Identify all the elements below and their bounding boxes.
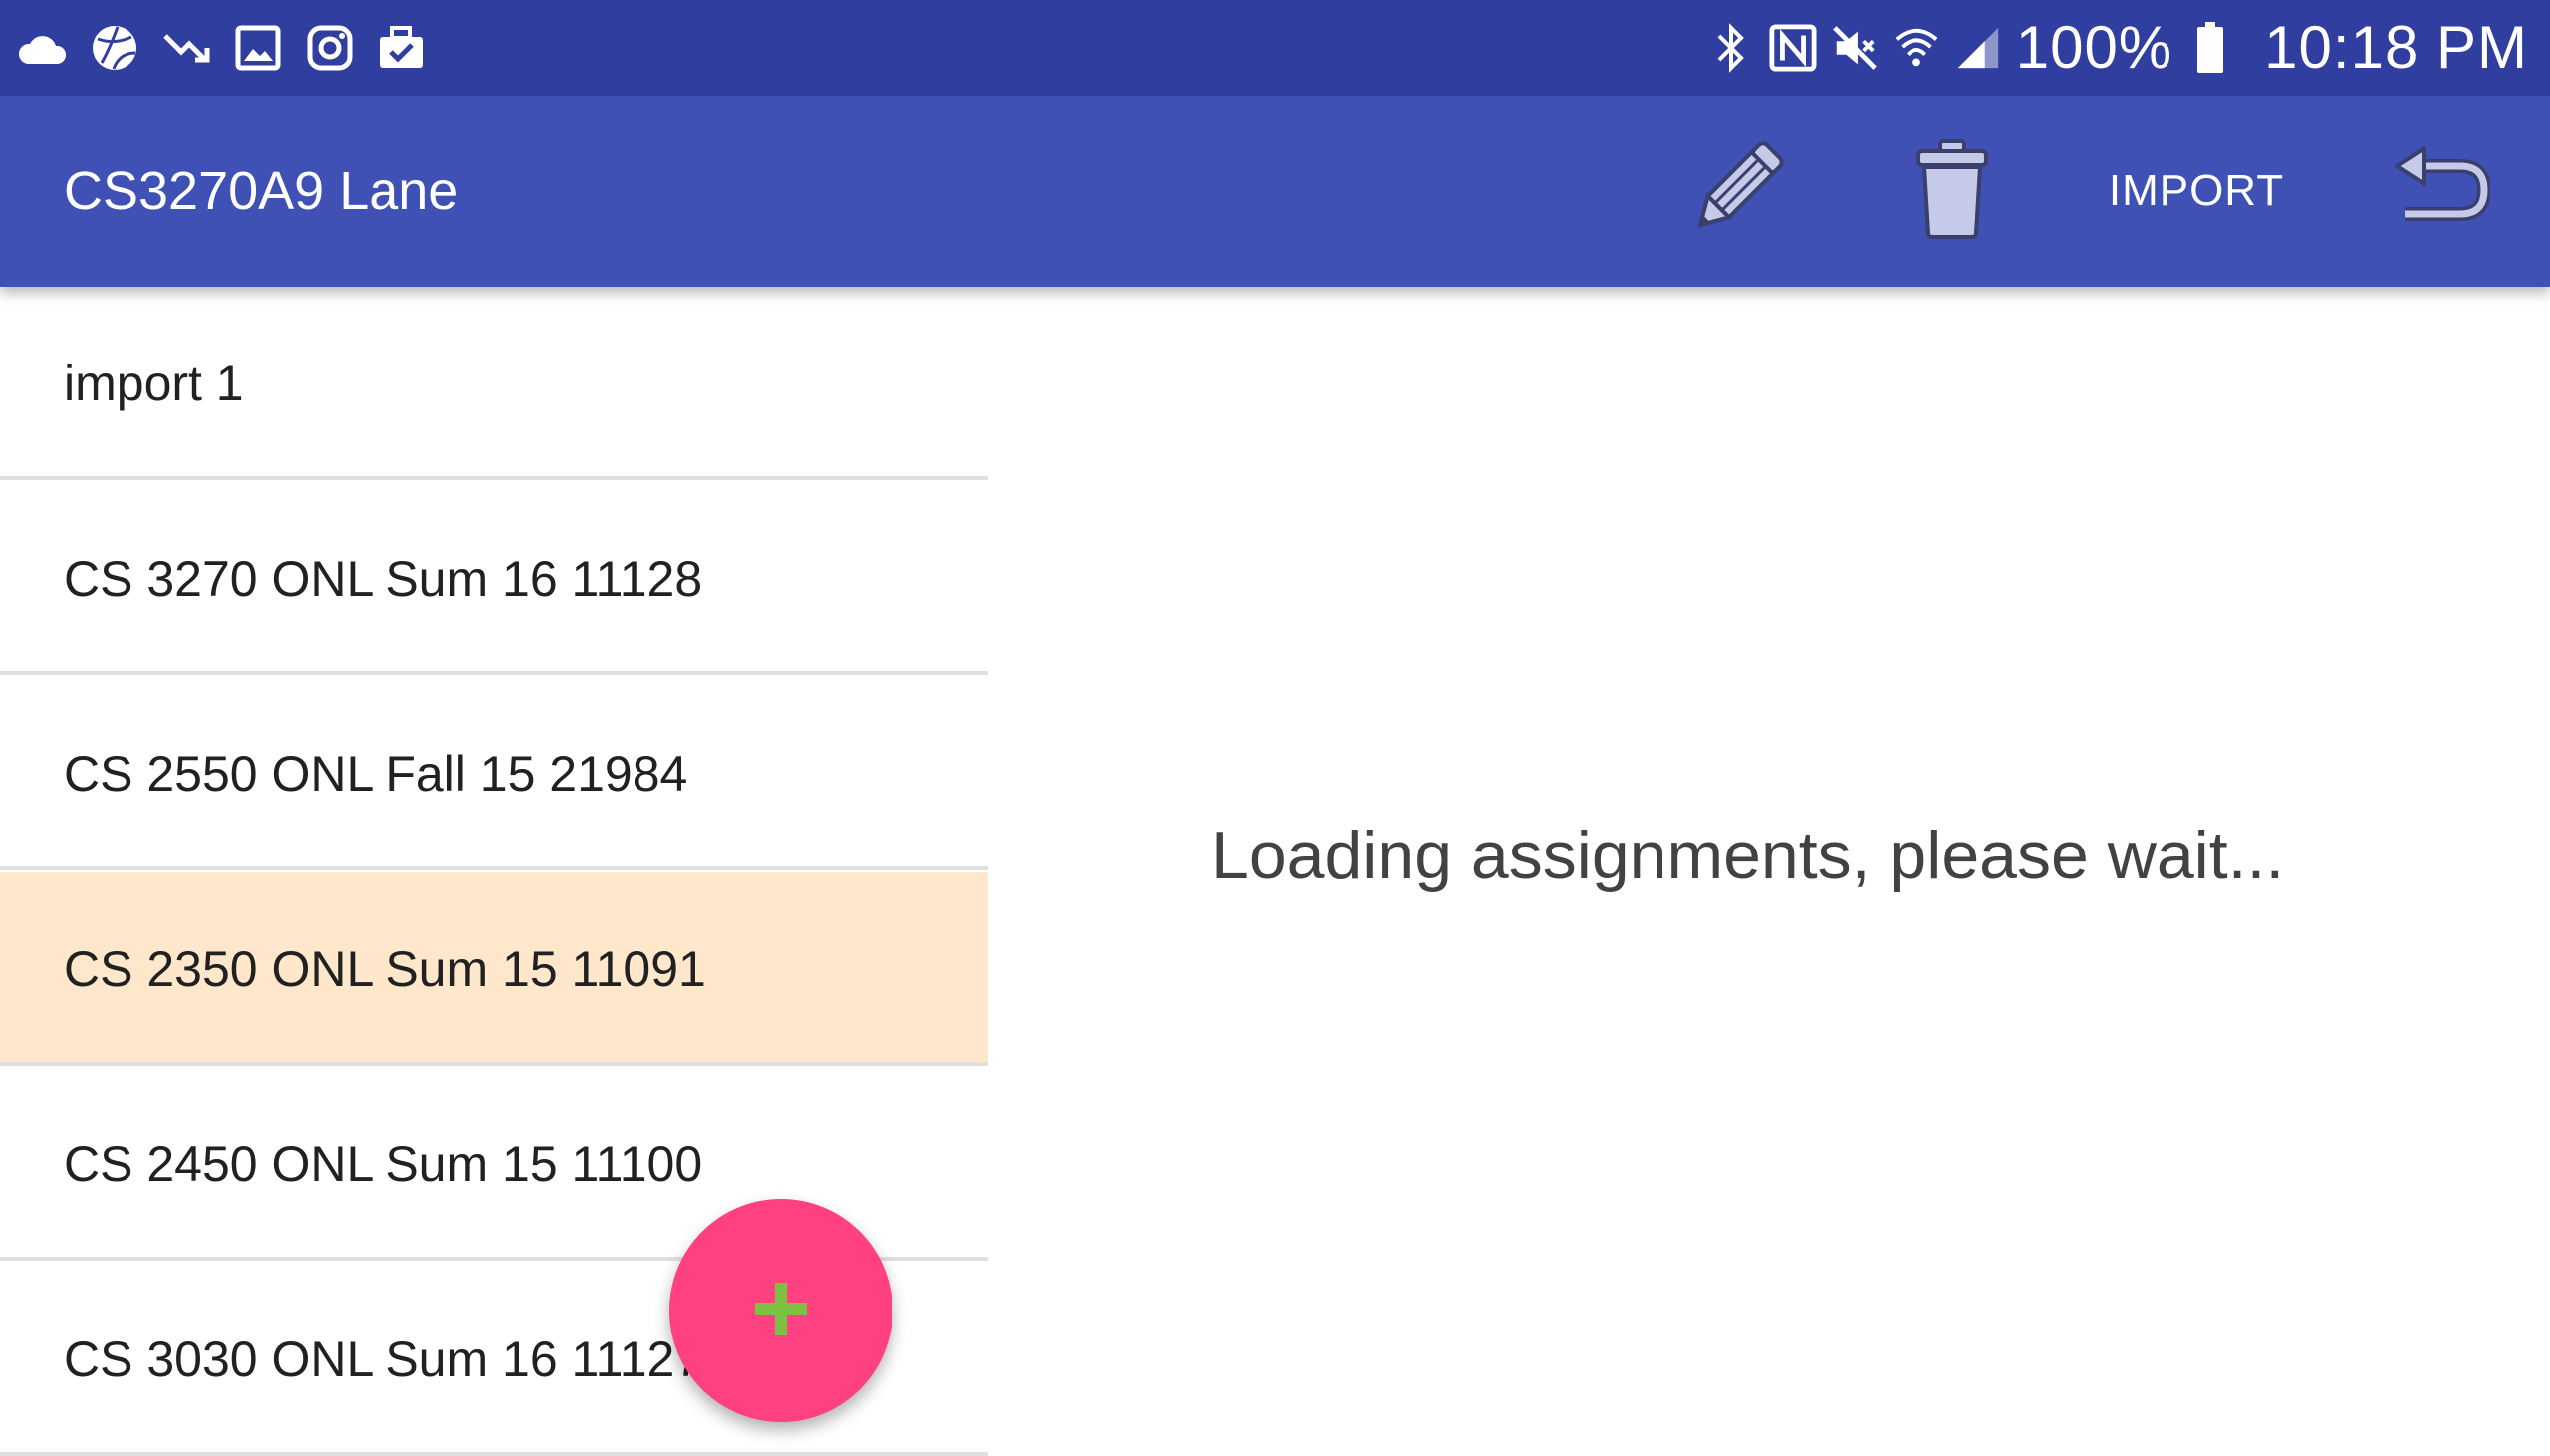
instagram-icon (301, 19, 359, 77)
undo-button[interactable] (2371, 96, 2510, 287)
system-status: 100% 10:18 PM (1707, 0, 2528, 96)
list-item-label: CS 3030 ONL Sum 16 11127 (64, 1332, 703, 1387)
list-item-label: CS 2550 ONL Fall 15 21984 (64, 746, 688, 802)
list-item-label: CS 2350 ONL Sum 15 11091 (64, 941, 706, 997)
wifi-icon (1893, 20, 1940, 76)
nfc-icon (1769, 20, 1817, 76)
briefcase-check-icon (373, 19, 430, 77)
app-bar: CS3270A9 Lane IMPORT (0, 96, 2550, 287)
pencil-icon (1681, 134, 1791, 249)
status-bar: 100% 10:18 PM (0, 0, 2550, 96)
plus-icon (751, 1279, 811, 1343)
undo-icon (2391, 144, 2491, 239)
signal-icon (1954, 20, 2002, 76)
list-item-label: CS 2450 ONL Sum 15 11100 (64, 1136, 703, 1192)
page-title: CS3270A9 Lane (64, 161, 459, 221)
cloud-icon (14, 19, 72, 77)
trending-down-icon (157, 19, 215, 77)
notification-icons (14, 20, 430, 76)
battery-icon (2186, 20, 2234, 76)
list-item-selected[interactable]: CS 2350 ONL Sum 15 11091 (0, 872, 988, 1066)
add-button[interactable] (669, 1199, 892, 1422)
trash-icon (1912, 137, 1992, 246)
battery-percent: 100% (2015, 14, 2173, 81)
volleyball-icon (86, 19, 143, 77)
gallery-icon (229, 19, 287, 77)
mute-icon (1831, 20, 1879, 76)
list-item[interactable]: CS 3270 ONL Sum 16 11128 (0, 482, 988, 675)
list-item[interactable]: CS 2550 ONL Fall 15 21984 (0, 677, 988, 870)
delete-button[interactable] (1883, 96, 2022, 287)
list-item[interactable]: import 1 (0, 287, 988, 480)
list-item-label: CS 3270 ONL Sum 16 11128 (64, 551, 703, 607)
bluetooth-icon (1707, 20, 1755, 76)
edit-button[interactable] (1661, 96, 1811, 287)
loading-message: Loading assignments, please wait... (1211, 818, 2285, 893)
import-button[interactable]: IMPORT (2082, 96, 2311, 287)
list-item-label: import 1 (64, 356, 244, 411)
clock: 10:18 PM (2264, 14, 2528, 81)
